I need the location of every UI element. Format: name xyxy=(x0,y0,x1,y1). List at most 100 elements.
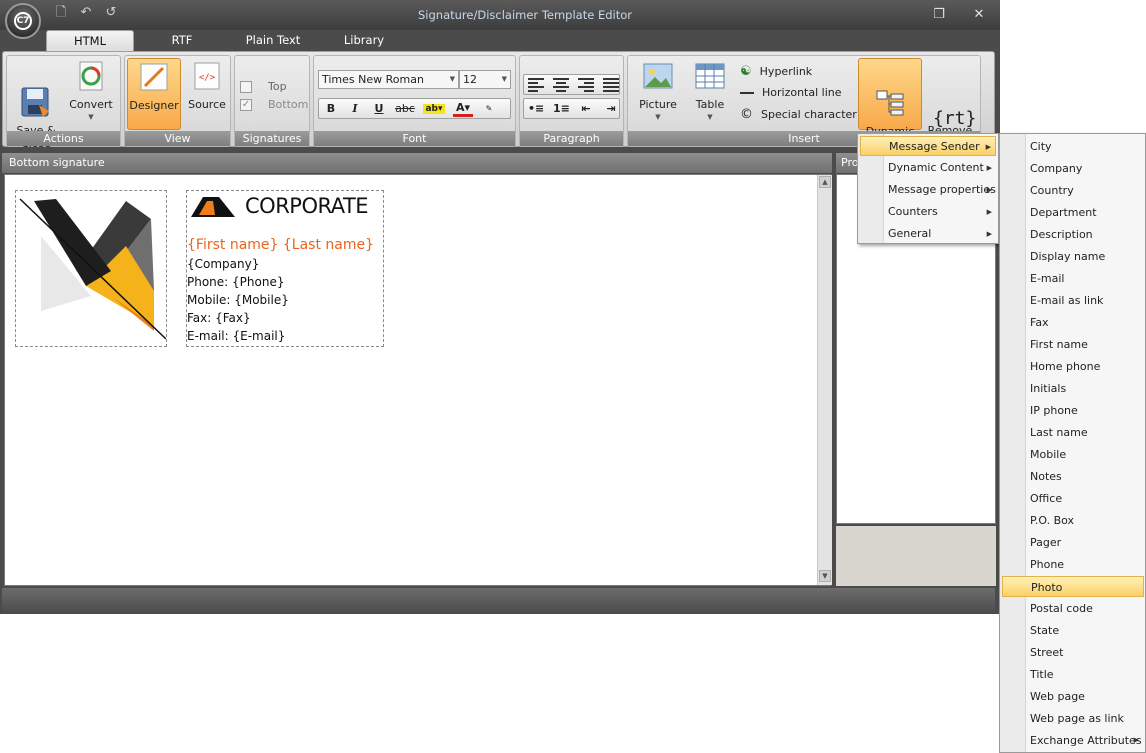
table-button[interactable]: Table ▼ xyxy=(684,58,736,130)
submenu-item-office[interactable]: Office xyxy=(1002,488,1144,509)
top-checkbox[interactable]: Top xyxy=(240,80,287,93)
contact-cell[interactable]: CORPORATE {First name} {Last name} {Comp… xyxy=(186,190,384,347)
bottom-checkbox[interactable]: ✓ Bottom xyxy=(240,98,308,111)
tab-html[interactable]: HTML xyxy=(46,30,134,52)
corporate-mark-icon xyxy=(191,197,235,217)
submenu-item-phone[interactable]: Phone xyxy=(1002,554,1144,575)
menu-item-general[interactable]: General ▶ xyxy=(860,224,996,244)
menu-item-label: General xyxy=(888,227,932,240)
submenu-item-label: Country xyxy=(1030,184,1074,197)
submenu-item-p-o-box[interactable]: P.O. Box xyxy=(1002,510,1144,531)
submenu-item-fax[interactable]: Fax xyxy=(1002,312,1144,333)
close-window-icon[interactable]: ✕ xyxy=(970,6,988,24)
submenu-item-e-mail-as-link[interactable]: E-mail as link xyxy=(1002,290,1144,311)
horizontal-line-button[interactable]: Horizontal line xyxy=(740,86,842,99)
font-size-select[interactable]: 12 ▼ xyxy=(459,70,511,89)
submenu-item-country[interactable]: Country xyxy=(1002,180,1144,201)
convert-button[interactable]: Convert ▼ xyxy=(65,58,117,130)
submenu-item-web-page[interactable]: Web page xyxy=(1002,686,1144,707)
top-checkbox-box[interactable] xyxy=(240,80,252,93)
tab-library[interactable]: Library xyxy=(322,30,406,52)
submenu-item-street[interactable]: Street xyxy=(1002,642,1144,663)
undo-icon[interactable]: ↶ xyxy=(79,6,93,20)
numbered-list-icon[interactable]: 1≡ xyxy=(553,102,570,115)
restore-window-icon[interactable]: ❐ xyxy=(930,6,948,24)
designer-icon xyxy=(137,62,171,94)
bold-icon[interactable]: B xyxy=(323,102,339,115)
submenu-item-last-name[interactable]: Last name xyxy=(1002,422,1144,443)
submenu-arrow-icon: ▶ xyxy=(986,208,992,216)
designer-button[interactable]: Designer xyxy=(127,58,181,130)
save-close-button[interactable]: Save & Close xyxy=(10,58,62,150)
submenu-item-first-name[interactable]: First name xyxy=(1002,334,1144,355)
submenu-item-company[interactable]: Company xyxy=(1002,158,1144,179)
submenu-item-department[interactable]: Department xyxy=(1002,202,1144,223)
submenu-item-home-phone[interactable]: Home phone xyxy=(1002,356,1144,377)
increase-indent-icon[interactable]: ⇥ xyxy=(603,102,619,115)
menu-item-dynamic-content[interactable]: Dynamic Content ▶ xyxy=(860,158,996,178)
submenu-item-pager[interactable]: Pager xyxy=(1002,532,1144,553)
font-family-select[interactable]: Times New Roman ▼ xyxy=(318,70,459,89)
app-menu-button[interactable]: C7 xyxy=(5,3,41,39)
submenu-item-exchange-attributes[interactable]: Exchange Attributes ▶ xyxy=(1002,730,1144,751)
chevron-down-icon: ▼ xyxy=(707,113,713,121)
table-icon xyxy=(693,61,727,93)
submenu-item-label: Company xyxy=(1030,162,1083,175)
submenu-item-mobile[interactable]: Mobile xyxy=(1002,444,1144,465)
highlight-color-icon[interactable]: ab▾ xyxy=(423,103,445,114)
scroll-up-icon[interactable]: ▲ xyxy=(819,176,831,188)
submenu-item-notes[interactable]: Notes xyxy=(1002,466,1144,487)
submenu-item-initials[interactable]: Initials xyxy=(1002,378,1144,399)
decrease-indent-icon[interactable]: ⇤ xyxy=(578,102,594,115)
submenu-item-title[interactable]: Title xyxy=(1002,664,1144,685)
menu-item-message-properties[interactable]: Message properties ▶ xyxy=(860,180,996,200)
editor-scrollbar[interactable]: ▲ ▼ xyxy=(817,175,832,585)
message-sender-submenu: City Company Country Department Description D… xyxy=(999,133,1146,753)
submenu-item-ip-phone[interactable]: IP phone xyxy=(1002,400,1144,421)
scroll-down-icon[interactable]: ▼ xyxy=(819,570,831,582)
logo-cell[interactable] xyxy=(15,190,167,347)
menu-item-message-sender[interactable]: Message Sender ▶ xyxy=(860,136,996,156)
menu-item-counters[interactable]: Counters ▶ xyxy=(860,202,996,222)
dynamic-field-button[interactable]: Dynamic Field xyxy=(858,58,922,151)
submenu-item-photo[interactable]: Photo xyxy=(1002,576,1144,597)
align-justify-icon[interactable] xyxy=(603,77,619,92)
redo-icon[interactable]: ↺ xyxy=(104,6,118,20)
picture-button[interactable]: Picture ▼ xyxy=(632,58,684,130)
submenu-item-e-mail[interactable]: E-mail xyxy=(1002,268,1144,289)
signature-editor[interactable]: CORPORATE {First name} {Last name} {Comp… xyxy=(4,174,832,586)
clear-formatting-icon[interactable]: ✎ xyxy=(481,104,497,113)
italic-icon[interactable]: I xyxy=(347,102,363,115)
underline-icon[interactable]: U xyxy=(371,102,387,115)
hyperlink-label: Hyperlink xyxy=(759,65,813,78)
tab-plain-text[interactable]: Plain Text xyxy=(228,30,318,52)
menu-item-label: Counters xyxy=(888,205,938,218)
source-button[interactable]: </> Source xyxy=(181,58,233,130)
strikethrough-icon[interactable]: abc xyxy=(395,102,415,115)
submenu-item-label: Mobile xyxy=(1030,448,1067,461)
align-right-icon[interactable] xyxy=(578,77,594,92)
submenu-item-description[interactable]: Description xyxy=(1002,224,1144,245)
bullet-list-icon[interactable]: •≡ xyxy=(528,102,544,115)
special-character-button[interactable]: © Special character xyxy=(740,107,857,122)
submenu-item-state[interactable]: State xyxy=(1002,620,1144,641)
submenu-item-city[interactable]: City xyxy=(1002,136,1144,157)
align-center-icon[interactable] xyxy=(553,77,569,92)
submenu-item-label: Office xyxy=(1030,492,1063,505)
designer-label: Designer xyxy=(129,99,179,112)
tab-rtf[interactable]: RTF xyxy=(140,30,224,52)
hyperlink-button[interactable]: ☯ Hyperlink xyxy=(740,64,812,79)
bottom-checkbox-box[interactable]: ✓ xyxy=(240,98,252,111)
remove-text-tag-button[interactable]: {rt} Remove Text Tag xyxy=(924,58,977,150)
submenu-item-postal-code[interactable]: Postal code xyxy=(1002,598,1144,619)
brand-name: CORPORATE xyxy=(245,194,369,218)
save-icon xyxy=(19,74,53,117)
submenu-item-label: E-mail xyxy=(1030,272,1065,285)
submenu-item-web-page-as-link[interactable]: Web page as link xyxy=(1002,708,1144,729)
font-color-icon[interactable]: A▾ xyxy=(453,101,473,117)
group-font-label: Font xyxy=(314,131,515,146)
new-document-icon[interactable]: 🗋 xyxy=(54,6,68,20)
submenu-item-display-name[interactable]: Display name xyxy=(1002,246,1144,267)
submenu-item-label: Photo xyxy=(1031,581,1063,594)
align-left-icon[interactable] xyxy=(528,77,544,92)
